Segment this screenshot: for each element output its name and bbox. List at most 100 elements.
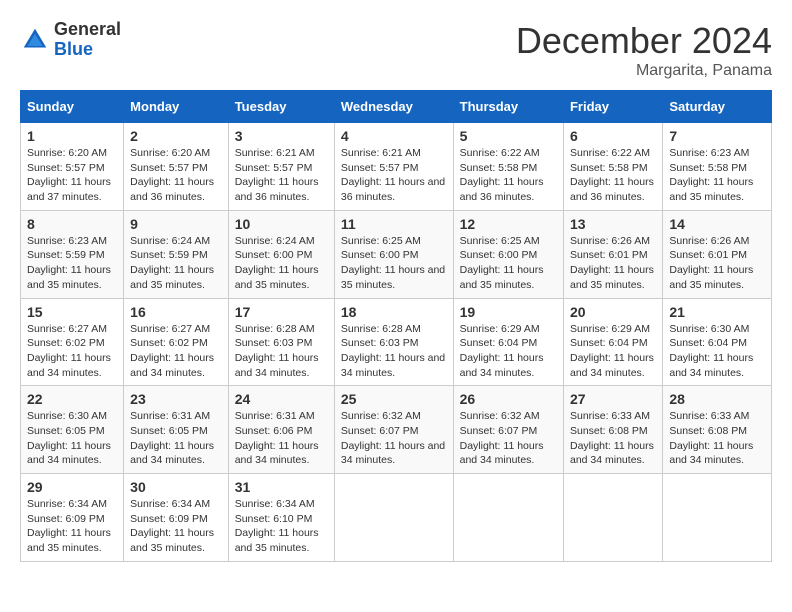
title-block: December 2024 Margarita, Panama [516,20,772,80]
day-number: 22 [27,391,117,407]
day-info: Sunrise: 6:31 AMSunset: 6:05 PMDaylight:… [130,409,222,468]
day-number: 17 [235,304,328,320]
calendar-cell: 27 Sunrise: 6:33 AMSunset: 6:08 PMDayligh… [563,386,662,474]
column-header-tuesday: Tuesday [228,91,334,123]
page-header: General Blue December 2024 Margarita, Pa… [20,20,772,80]
day-number: 30 [130,479,222,495]
calendar-cell: 23 Sunrise: 6:31 AMSunset: 6:05 PMDayligh… [124,386,229,474]
week-row-3: 15Sunrise: 6:27 AMSunset: 6:02 PMDayligh… [21,298,772,386]
day-number: 1 [27,128,117,144]
day-number: 28 [669,391,765,407]
day-number: 13 [570,216,656,232]
calendar-cell: 3Sunrise: 6:21 AMSunset: 5:57 PMDaylight… [228,123,334,211]
day-number: 7 [669,128,765,144]
day-number: 12 [460,216,557,232]
day-info: Sunrise: 6:23 AMSunset: 5:58 PMDaylight:… [669,146,765,205]
column-header-saturday: Saturday [663,91,772,123]
day-info: Sunrise: 6:21 AMSunset: 5:57 PMDaylight:… [341,146,447,205]
day-number: 10 [235,216,328,232]
day-number: 19 [460,304,557,320]
calendar-cell: 17Sunrise: 6:28 AMSunset: 6:03 PMDayligh… [228,298,334,386]
calendar-cell: 4 Sunrise: 6:21 AMSunset: 5:57 PMDaylight… [334,123,453,211]
week-row-5: 29 Sunrise: 6:34 AMSunset: 6:09 PMDayligh… [21,474,772,562]
logo-icon [20,25,50,55]
day-info: Sunrise: 6:25 AMSunset: 6:00 PMDaylight:… [460,234,557,293]
day-info: Sunrise: 6:34 AMSunset: 6:09 PMDaylight:… [27,497,117,556]
day-number: 4 [341,128,447,144]
day-number: 20 [570,304,656,320]
logo-text: General Blue [54,20,121,60]
day-number: 29 [27,479,117,495]
day-info: Sunrise: 6:23 AMSunset: 5:59 PMDaylight:… [27,234,117,293]
day-number: 18 [341,304,447,320]
calendar-cell [334,474,453,562]
day-info: Sunrise: 6:30 AMSunset: 6:04 PMDaylight:… [669,322,765,381]
day-number: 11 [341,216,447,232]
day-info: Sunrise: 6:20 AMSunset: 5:57 PMDaylight:… [130,146,222,205]
header-row: SundayMondayTuesdayWednesdayThursdayFrid… [21,91,772,123]
day-number: 21 [669,304,765,320]
calendar-cell: 12 Sunrise: 6:25 AMSunset: 6:00 PMDayligh… [453,210,563,298]
day-info: Sunrise: 6:32 AMSunset: 6:07 PMDaylight:… [460,409,557,468]
day-info: Sunrise: 6:28 AMSunset: 6:03 PMDaylight:… [341,322,447,381]
day-info: Sunrise: 6:29 AMSunset: 6:04 PMDaylight:… [460,322,557,381]
day-number: 6 [570,128,656,144]
day-info: Sunrise: 6:27 AMSunset: 6:02 PMDaylight:… [130,322,222,381]
calendar-cell: 5 Sunrise: 6:22 AMSunset: 5:58 PMDaylight… [453,123,563,211]
day-number: 24 [235,391,328,407]
day-info: Sunrise: 6:34 AMSunset: 6:10 PMDaylight:… [235,497,328,556]
day-info: Sunrise: 6:33 AMSunset: 6:08 PMDaylight:… [570,409,656,468]
day-info: Sunrise: 6:26 AMSunset: 6:01 PMDaylight:… [570,234,656,293]
calendar-cell: 10 Sunrise: 6:24 AMSunset: 6:00 PMDayligh… [228,210,334,298]
day-number: 9 [130,216,222,232]
day-info: Sunrise: 6:24 AMSunset: 6:00 PMDaylight:… [235,234,328,293]
calendar-cell: 18 Sunrise: 6:28 AMSunset: 6:03 PMDayligh… [334,298,453,386]
day-info: Sunrise: 6:34 AMSunset: 6:09 PMDaylight:… [130,497,222,556]
day-number: 16 [130,304,222,320]
day-number: 27 [570,391,656,407]
subtitle: Margarita, Panama [516,62,772,80]
column-header-friday: Friday [563,91,662,123]
day-info: Sunrise: 6:24 AMSunset: 5:59 PMDaylight:… [130,234,222,293]
calendar-cell: 20 Sunrise: 6:29 AMSunset: 6:04 PMDayligh… [563,298,662,386]
week-row-2: 8 Sunrise: 6:23 AMSunset: 5:59 PMDaylight… [21,210,772,298]
day-number: 25 [341,391,447,407]
calendar-cell: 7 Sunrise: 6:23 AMSunset: 5:58 PMDaylight… [663,123,772,211]
calendar-cell: 28 Sunrise: 6:33 AMSunset: 6:08 PMDayligh… [663,386,772,474]
day-info: Sunrise: 6:20 AMSunset: 5:57 PMDaylight:… [27,146,117,205]
day-info: Sunrise: 6:30 AMSunset: 6:05 PMDaylight:… [27,409,117,468]
calendar-cell: 19 Sunrise: 6:29 AMSunset: 6:04 PMDayligh… [453,298,563,386]
logo-blue: Blue [54,40,121,60]
calendar-cell: 30 Sunrise: 6:34 AMSunset: 6:09 PMDayligh… [124,474,229,562]
column-header-thursday: Thursday [453,91,563,123]
column-header-sunday: Sunday [21,91,124,123]
day-info: Sunrise: 6:22 AMSunset: 5:58 PMDaylight:… [460,146,557,205]
calendar-cell: 25 Sunrise: 6:32 AMSunset: 6:07 PMDayligh… [334,386,453,474]
calendar-table: SundayMondayTuesdayWednesdayThursdayFrid… [20,90,772,562]
calendar-cell: 31Sunrise: 6:34 AMSunset: 6:10 PMDayligh… [228,474,334,562]
day-info: Sunrise: 6:32 AMSunset: 6:07 PMDaylight:… [341,409,447,468]
week-row-1: 1 Sunrise: 6:20 AMSunset: 5:57 PMDaylight… [21,123,772,211]
calendar-header: SundayMondayTuesdayWednesdayThursdayFrid… [21,91,772,123]
day-number: 5 [460,128,557,144]
logo-general: General [54,20,121,40]
calendar-cell: 11 Sunrise: 6:25 AMSunset: 6:00 PMDayligh… [334,210,453,298]
calendar-cell: 9 Sunrise: 6:24 AMSunset: 5:59 PMDaylight… [124,210,229,298]
day-info: Sunrise: 6:29 AMSunset: 6:04 PMDaylight:… [570,322,656,381]
day-info: Sunrise: 6:31 AMSunset: 6:06 PMDaylight:… [235,409,328,468]
day-info: Sunrise: 6:25 AMSunset: 6:00 PMDaylight:… [341,234,447,293]
day-number: 23 [130,391,222,407]
day-number: 2 [130,128,222,144]
calendar-cell: 6Sunrise: 6:22 AMSunset: 5:58 PMDaylight… [563,123,662,211]
day-number: 8 [27,216,117,232]
calendar-cell: 26 Sunrise: 6:32 AMSunset: 6:07 PMDayligh… [453,386,563,474]
calendar-cell: 1 Sunrise: 6:20 AMSunset: 5:57 PMDaylight… [21,123,124,211]
calendar-cell: 2 Sunrise: 6:20 AMSunset: 5:57 PMDaylight… [124,123,229,211]
day-number: 26 [460,391,557,407]
calendar-cell: 24 Sunrise: 6:31 AMSunset: 6:06 PMDayligh… [228,386,334,474]
main-title: December 2024 [516,20,772,62]
week-row-4: 22 Sunrise: 6:30 AMSunset: 6:05 PMDayligh… [21,386,772,474]
calendar-cell: 22 Sunrise: 6:30 AMSunset: 6:05 PMDayligh… [21,386,124,474]
calendar-cell [663,474,772,562]
day-info: Sunrise: 6:33 AMSunset: 6:08 PMDaylight:… [669,409,765,468]
